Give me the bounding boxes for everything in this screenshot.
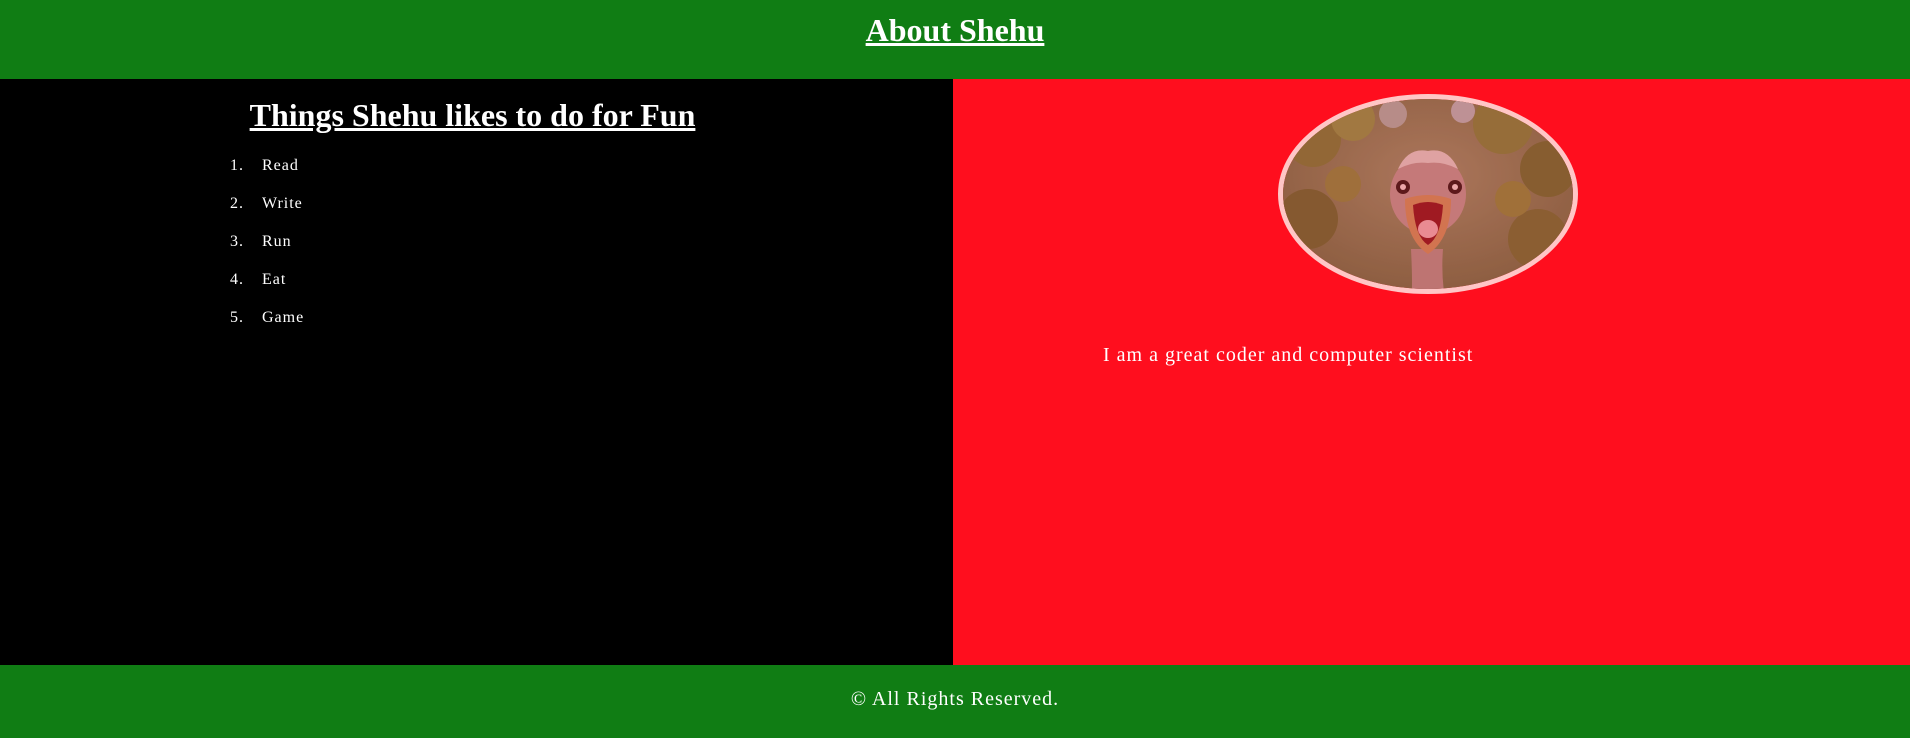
hobbies-panel: Things Shehu likes to do for Fun 1. Read… <box>0 79 953 665</box>
list-item-number: 5. <box>230 309 244 326</box>
hobbies-heading: Things Shehu likes to do for Fun <box>249 97 696 133</box>
list-item: 4. Eat <box>230 268 304 306</box>
copyright-text: © All Rights Reserved. <box>850 688 1060 710</box>
list-item: 5. Game <box>230 306 304 344</box>
ostrich-photo-icon <box>1283 99 1573 289</box>
hobbies-list: 1. Read 2. Write 3. Run 4. Eat 5. Game <box>230 154 304 344</box>
list-item: 3. Run <box>230 230 304 268</box>
list-item-label: Read <box>262 157 299 174</box>
list-item-label: Eat <box>262 271 287 288</box>
list-item-number: 2. <box>230 195 244 212</box>
page: About Shehu Things Shehu likes to do for… <box>0 0 1910 738</box>
page-footer: © All Rights Reserved. <box>0 665 1910 738</box>
list-item-number: 3. <box>230 233 244 250</box>
list-item-label: Game <box>262 309 305 326</box>
list-item-number: 1. <box>230 157 244 174</box>
list-item-number: 4. <box>230 271 244 288</box>
page-title: About Shehu <box>865 12 1045 48</box>
profile-panel: I am a great coder and computer scientis… <box>953 79 1910 665</box>
page-header: About Shehu <box>0 0 1910 79</box>
list-item-label: Run <box>262 233 292 250</box>
bio-text: I am a great coder and computer scientis… <box>1103 344 1474 366</box>
list-item: 2. Write <box>230 192 304 230</box>
list-item-label: Write <box>262 195 303 212</box>
list-item: 1. Read <box>230 154 304 192</box>
ostrich-photo <box>1278 94 1578 294</box>
